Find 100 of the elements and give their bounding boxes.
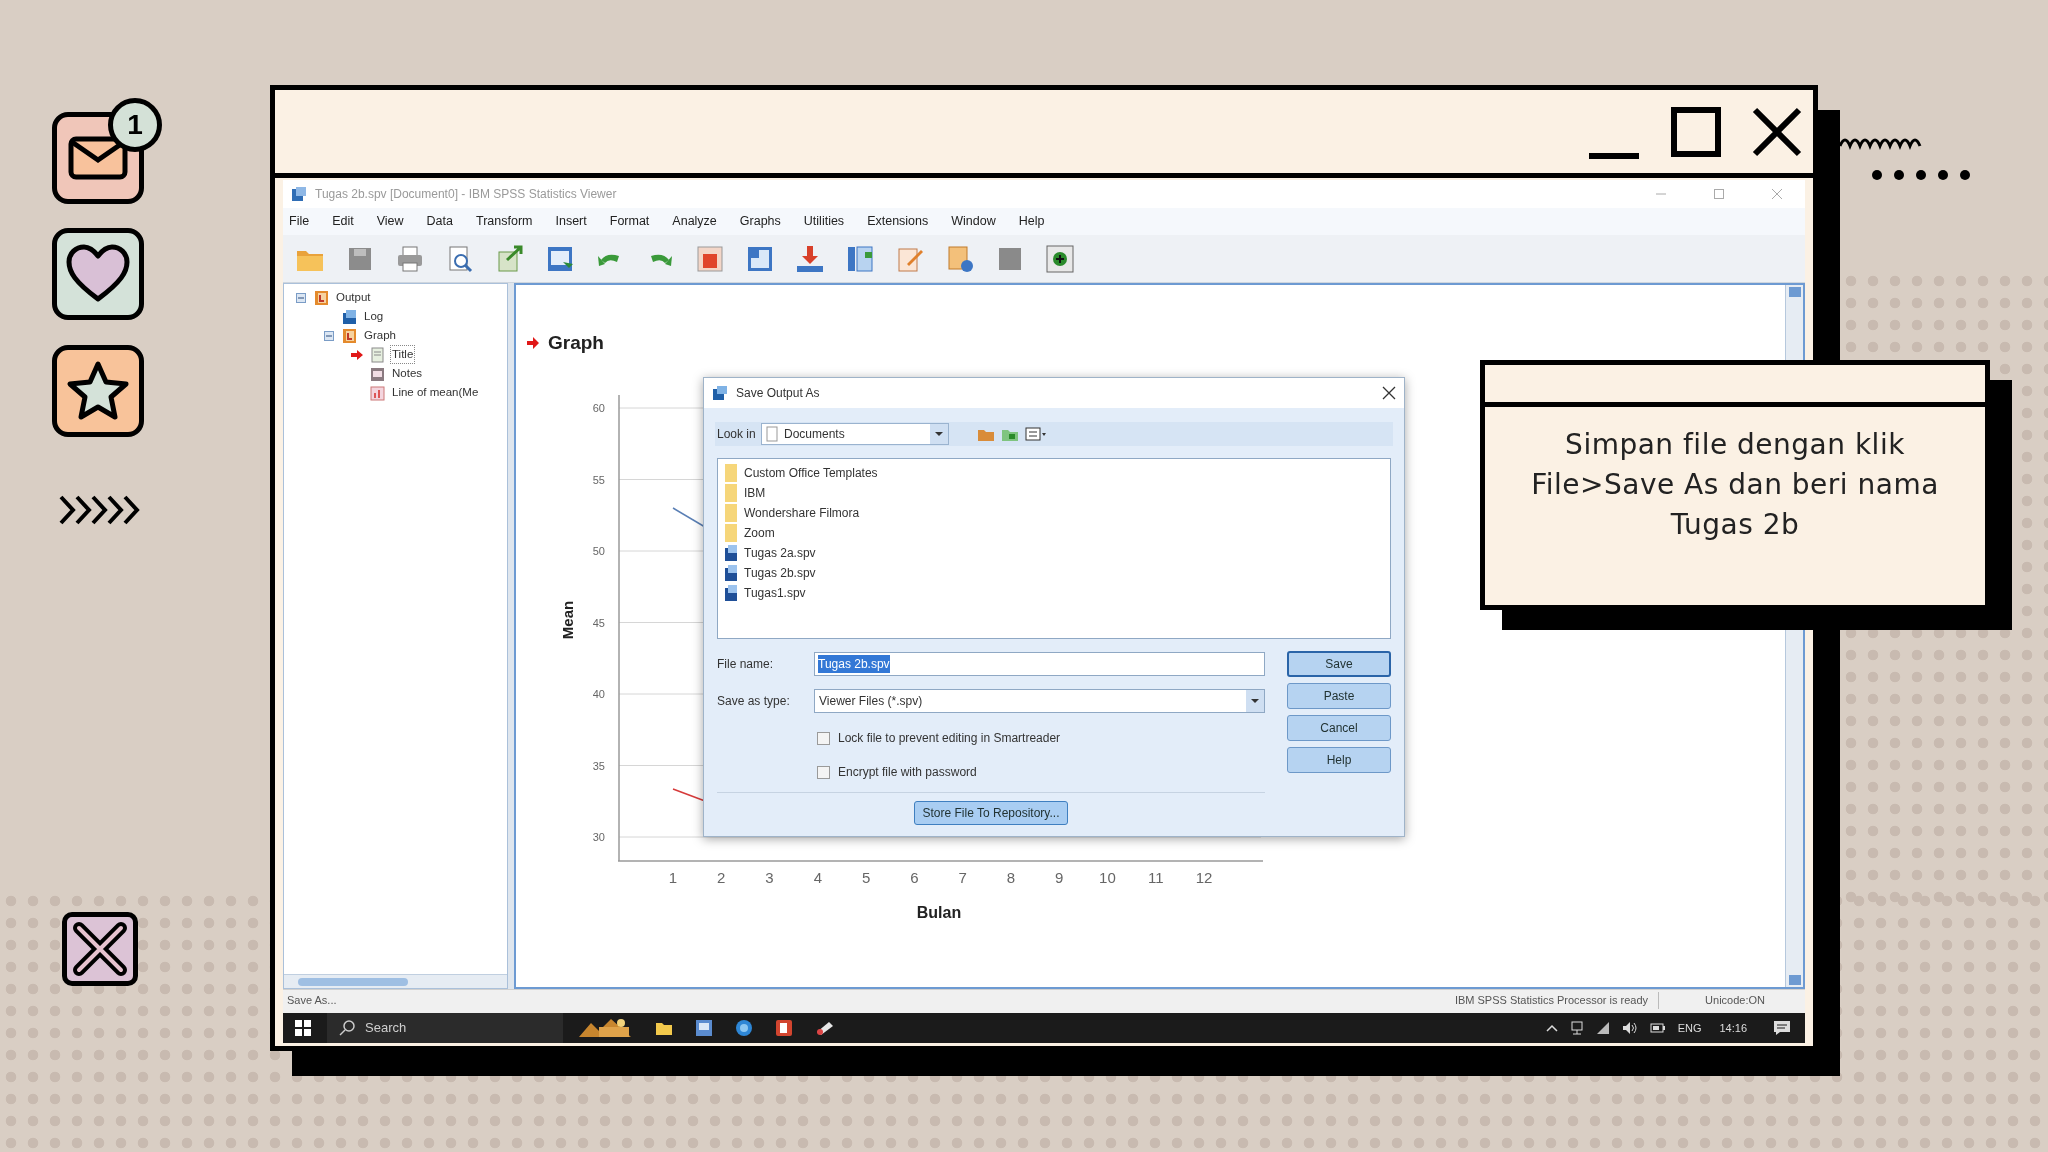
menu-item[interactable]: Insert	[555, 212, 587, 231]
menu-item[interactable]: Help	[1018, 212, 1045, 231]
horizontal-scrollbar[interactable]	[284, 974, 507, 988]
windows-icon[interactable]	[295, 1020, 311, 1036]
folder-icon	[724, 484, 738, 502]
look-in-dropdown[interactable]: Documents	[761, 423, 949, 445]
tick-label: 60	[592, 402, 605, 414]
search-field[interactable]: Search	[327, 1013, 563, 1043]
folder-icon[interactable]	[655, 1020, 673, 1036]
tick-label: 1	[668, 869, 678, 886]
notification-icon[interactable]	[1773, 1020, 1791, 1036]
tick-label: 55	[592, 473, 605, 486]
tree-item[interactable]: Title	[391, 345, 415, 364]
maximize-icon[interactable]	[1671, 106, 1721, 157]
close-icon[interactable]	[1382, 386, 1396, 400]
tick-label: 7	[958, 869, 967, 886]
list-entry[interactable]: Wondershare Filmora	[744, 504, 860, 522]
speaker-icon[interactable]	[1621, 1021, 1638, 1035]
notification-badge: 1	[108, 98, 162, 152]
network-icon[interactable]	[1569, 1021, 1584, 1035]
tick-label: 35	[592, 759, 605, 772]
window-title: Tugas 2b.spv [Document0] - IBM SPSS Statistics Viewer	[315, 186, 617, 203]
field-label: Save as type:	[717, 693, 791, 710]
arrow-icon	[526, 337, 540, 350]
book-icon	[314, 289, 329, 306]
list-entry[interactable]: Tugas 2a.spv	[744, 544, 816, 562]
document-icon[interactable]	[945, 243, 975, 274]
app-icon[interactable]	[695, 1019, 713, 1037]
list-entry[interactable]: Zoom	[744, 524, 775, 542]
list-entry[interactable]: Custom Office Templates	[744, 464, 878, 482]
tree-item[interactable]: Output	[335, 288, 372, 307]
collapse-icon[interactable]	[324, 330, 334, 341]
list-entry[interactable]: Tugas 2b.spv	[744, 564, 816, 582]
menu-item[interactable]: Analyze	[672, 212, 717, 231]
menu-item[interactable]: File	[289, 212, 310, 231]
menu-item[interactable]: Transform	[476, 212, 533, 231]
tick-label: 6	[910, 869, 919, 886]
export-icon[interactable]	[495, 243, 525, 274]
menu-item[interactable]: Utilities	[803, 212, 845, 231]
checkbox[interactable]	[817, 765, 830, 779]
printer-icon[interactable]	[395, 243, 425, 274]
list-entry[interactable]: IBM	[744, 484, 766, 502]
menu-item[interactable]: Data	[426, 212, 453, 231]
folder-icon	[724, 504, 738, 522]
file-type-dropdown[interactable]: Viewer Files (*.spv)	[814, 689, 1265, 713]
tree-item[interactable]: Graph	[363, 326, 397, 345]
data-line	[672, 788, 706, 802]
spv-file-icon	[724, 544, 738, 562]
tree-item[interactable]: Notes	[391, 364, 424, 383]
dialog-button[interactable]: Save	[1287, 651, 1391, 677]
view-menu-icon[interactable]	[1025, 426, 1047, 442]
book-icon	[342, 327, 357, 344]
app-icon[interactable]	[775, 1019, 793, 1037]
close-icon[interactable]	[62, 912, 138, 986]
menu-item[interactable]: Graphs	[739, 212, 781, 231]
spv-file-icon	[724, 564, 738, 582]
tick-label: 8	[1006, 869, 1016, 886]
close-icon[interactable]	[1751, 105, 1803, 158]
menu-item[interactable]: View	[376, 212, 404, 231]
search-icon	[339, 1020, 355, 1036]
dialog-button[interactable]: Paste	[1287, 683, 1391, 709]
checkbox-label[interactable]: Encrypt file with password	[838, 763, 977, 781]
menu-item[interactable]: Edit	[332, 212, 354, 231]
language-indicator[interactable]: ENG	[1677, 1019, 1702, 1037]
download-icon[interactable]	[795, 243, 825, 274]
signal-icon[interactable]	[1595, 1021, 1610, 1035]
checkbox-label[interactable]: Lock file to prevent editing in Smartreader	[838, 729, 1061, 747]
collapse-icon[interactable]	[296, 292, 306, 303]
menu-item[interactable]: Extensions	[867, 212, 929, 231]
file-name-field[interactable]: Tugas 2b.spv	[814, 652, 1265, 676]
dialog-button[interactable]: Help	[1287, 747, 1391, 773]
tick-label: 9	[1055, 869, 1064, 886]
globe-icon[interactable]	[735, 1019, 753, 1037]
app-icon	[291, 186, 307, 202]
status-text: Save As...	[286, 993, 338, 1009]
checkbox[interactable]	[817, 731, 830, 745]
dialog-button[interactable]: Cancel	[1287, 715, 1391, 741]
caret-icon[interactable]	[1545, 1023, 1558, 1033]
app-icon[interactable]	[815, 1020, 835, 1036]
tick-label: 45	[592, 616, 605, 629]
add-icon[interactable]	[1045, 243, 1075, 274]
app-icon[interactable]	[577, 1017, 633, 1039]
battery-icon[interactable]	[1649, 1023, 1666, 1033]
repository-button[interactable]: Store File To Repository...	[913, 801, 1069, 825]
tree-item[interactable]: Log	[363, 307, 385, 326]
envelope-icon	[68, 136, 128, 180]
menu-item[interactable]: Window	[951, 212, 996, 231]
columns-icon[interactable]	[845, 243, 875, 274]
note-text: Simpan file dengan klik File>Save As dan beri nama Tugas 2b	[1530, 427, 1940, 543]
tick-label: 3	[765, 869, 774, 886]
menu-item[interactable]: Format	[609, 212, 650, 231]
axis-title: Bulan	[916, 904, 962, 921]
tree-item[interactable]: Line of mean(Me	[391, 383, 480, 402]
tick-label: 10	[1099, 869, 1116, 886]
list-entry[interactable]: Tugas1.spv	[744, 584, 806, 602]
chevrons-icon	[58, 493, 140, 527]
field-label: Look in	[717, 426, 757, 443]
clock[interactable]: 14:16	[1719, 1019, 1747, 1037]
data-line	[672, 507, 706, 528]
tick-label: 40	[592, 688, 605, 700]
